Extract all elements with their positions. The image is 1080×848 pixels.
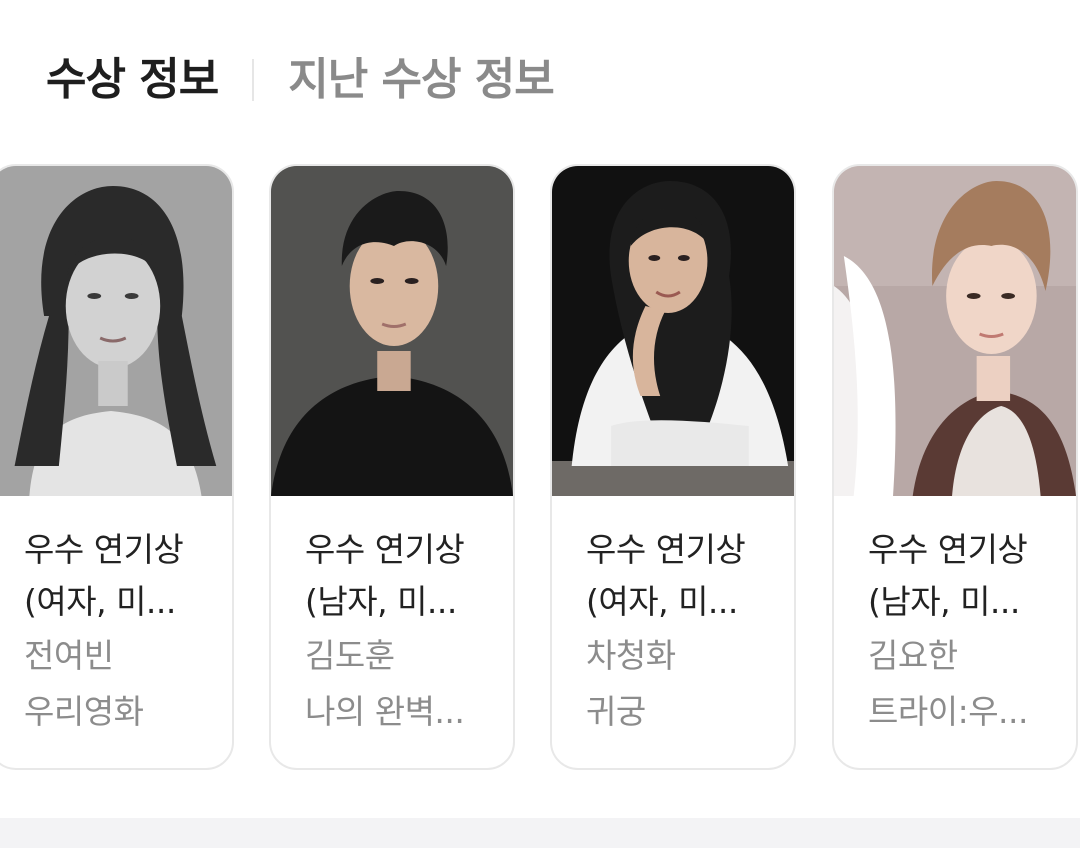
person-photo <box>552 166 794 496</box>
work-title: 우리영화 <box>24 692 144 731</box>
section-separator <box>0 818 1080 848</box>
winner-name: 전여빈 <box>24 636 114 675</box>
award-category: 우수 연기상 <box>868 530 1028 569</box>
award-info: 우수 연기상 (남자, 미... 김도훈 나의 완벽... <box>305 524 495 740</box>
award-info: 우수 연기상 (여자, 미... 차청화 귀궁 <box>586 524 776 740</box>
winner-name: 김요한 <box>868 636 958 675</box>
award-tabs: 수상 정보 지난 수상 정보 <box>46 50 555 110</box>
winner-name: 차청화 <box>586 636 676 675</box>
awards-section: 수상 정보 지난 수상 정보 우수 연기상 (여자, 미... 전여빈 우리영화… <box>0 0 1080 848</box>
award-info: 우수 연기상 (남자, 미... 김요한 트라이:우... <box>868 524 1058 740</box>
person-photo <box>271 166 513 496</box>
award-info: 우수 연기상 (여자, 미... 전여빈 우리영화 <box>24 524 214 740</box>
person-photo <box>0 166 232 496</box>
award-category-detail: (남자, 미... <box>868 582 1020 621</box>
tab-divider <box>252 59 255 101</box>
award-card[interactable]: 우수 연기상 (여자, 미... 전여빈 우리영화 <box>0 164 234 770</box>
award-category: 우수 연기상 <box>24 530 184 569</box>
work-title: 귀궁 <box>586 692 646 731</box>
award-category: 우수 연기상 <box>305 530 465 569</box>
award-card[interactable]: 우수 연기상 (남자, 미... 김요한 트라이:우... <box>832 164 1078 770</box>
award-category-detail: (남자, 미... <box>305 582 457 621</box>
work-title: 나의 완벽... <box>305 692 465 731</box>
person-photo <box>834 166 1076 496</box>
winner-name: 김도훈 <box>305 636 395 675</box>
award-card[interactable]: 우수 연기상 (여자, 미... 차청화 귀궁 <box>550 164 796 770</box>
award-category-detail: (여자, 미... <box>586 582 738 621</box>
tab-past-awards[interactable]: 지난 수상 정보 <box>288 50 555 110</box>
award-card[interactable]: 우수 연기상 (남자, 미... 김도훈 나의 완벽... <box>269 164 515 770</box>
award-category-detail: (여자, 미... <box>24 582 176 621</box>
work-title: 트라이:우... <box>868 692 1029 731</box>
award-category: 우수 연기상 <box>586 530 746 569</box>
tab-current-awards[interactable]: 수상 정보 <box>46 50 219 110</box>
